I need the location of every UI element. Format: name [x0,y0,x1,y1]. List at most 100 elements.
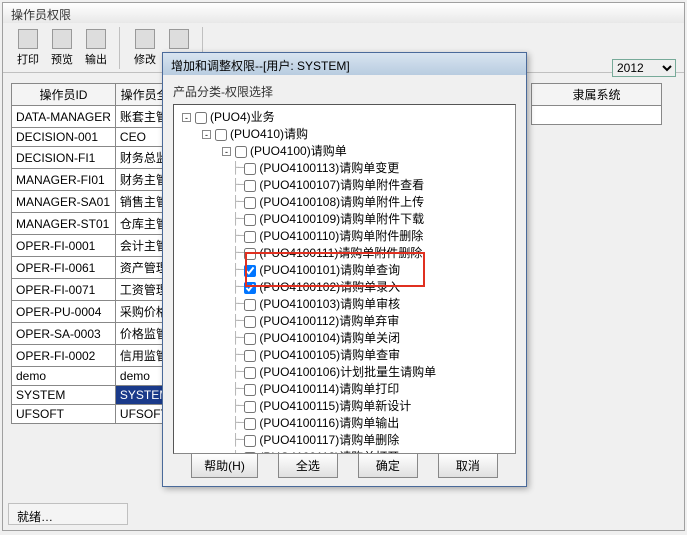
permission-checkbox[interactable] [244,435,256,447]
permission-checkbox[interactable] [244,180,256,192]
tree-leaf[interactable]: ├─(PUO4100105)请购单查审 [176,347,513,364]
permission-checkbox[interactable] [244,163,256,175]
col-operator-id[interactable]: 操作员ID [12,84,116,106]
tree-leaf[interactable]: ├─ (PUO4100117)请购单删除 [176,432,513,449]
year-selector: 2012 [612,59,676,77]
operator-id-cell[interactable]: DATA-MANAGER [12,106,116,128]
col-system[interactable]: 隶属系统 [532,84,662,106]
export-button[interactable]: 输出 [79,27,113,69]
permission-checkbox[interactable] [244,231,256,243]
tree-leaf[interactable]: ├─(PUO4100115)请购单新设计 [176,398,513,415]
permission-checkbox[interactable] [244,418,256,430]
permission-checkbox[interactable] [244,197,256,209]
tree-connector: ├─ [232,279,244,296]
operator-id-cell[interactable]: demo [12,367,116,386]
window-title: 操作员权限 [3,3,684,23]
tree-label: (PUO4100101)请购单查询 [259,262,400,279]
tree-label: (PUO4100116)请购单输出 [259,415,399,432]
tree-connector: ├─ [232,313,244,330]
tree-leaf[interactable]: ├─(PUO4100114)请购单打印 [176,381,513,398]
permission-checkbox[interactable] [244,333,256,345]
tree-node-request-order[interactable]: -(PUO4100)请购单 [176,143,513,160]
preview-button[interactable]: 预览 [45,27,79,69]
operator-id-cell[interactable]: OPER-FI-0061 [12,257,116,279]
tree-label: (PUO4100102)请购单录入 [259,279,400,296]
tree-connector: ├─ [232,432,244,449]
tree-leaf[interactable]: ├─ (PUO4100113)请购单变更 [176,160,513,177]
tree-leaf[interactable]: ├─ (PUO4100110)请购单附件删除 [176,228,513,245]
permission-tree[interactable]: -(PUO4)业务-(PUO410)请购-(PUO4100)请购单├─(PUO4… [173,104,516,454]
tree-label: (PUO4100117)请购单删除 [259,432,399,449]
tree-leaf[interactable]: ├─(PUO4100111)请购单附件删除 [176,245,513,262]
permission-checkbox[interactable] [244,299,256,311]
tree-leaf[interactable]: ├─ (PUO4100102)请购单录入 [176,279,513,296]
tree-connector: ├─ [232,398,244,415]
tree-leaf[interactable]: ├─(PUO4100108)请购单附件上传 [176,194,513,211]
operator-id-cell[interactable]: DECISION-001 [12,128,116,147]
help-button[interactable]: 帮助(H) [191,453,258,478]
tree-toggle-icon[interactable]: - [202,130,211,139]
tree-node-request[interactable]: -(PUO410)请购 [176,126,513,143]
operator-id-cell[interactable]: OPER-FI-0001 [12,235,116,257]
tree-leaf[interactable]: ├─(PUO4100109)请购单附件下载 [176,211,513,228]
edit-icon [135,29,155,49]
print-icon [18,29,38,49]
tree-leaf[interactable]: ├─(PUO4100107)请购单附件查看 [176,177,513,194]
preview-icon [52,29,72,49]
tree-connector: ├─ [232,177,244,194]
tree-connector: ├─ [232,262,244,279]
tree-connector: ├─ [232,228,244,245]
permission-checkbox[interactable] [244,248,256,260]
operator-id-cell[interactable]: OPER-PU-0004 [12,301,116,323]
operator-id-cell[interactable]: OPER-FI-0071 [12,279,116,301]
permission-checkbox[interactable] [244,401,256,413]
permission-checkbox[interactable] [244,214,256,226]
operator-id-cell[interactable]: MANAGER-ST01 [12,213,116,235]
tree-label: (PUO4100112)请购单弃审 [259,313,399,330]
edit-button[interactable]: 修改 [128,27,162,69]
tree-leaf[interactable]: ├─(PUO4100103)请购单审核 [176,296,513,313]
permission-checkbox[interactable] [195,112,207,124]
ok-button[interactable]: 确定 [358,453,418,478]
permission-checkbox[interactable] [244,384,256,396]
permission-checkbox[interactable] [235,146,247,158]
tree-label: (PUO4100110)请购单附件删除 [259,228,423,245]
tree-leaf[interactable]: ├─(PUO4100104)请购单关闭 [176,330,513,347]
tree-node-business[interactable]: - (PUO4)业务 [176,109,513,126]
permission-checkbox[interactable] [244,265,256,277]
dialog-title: 增加和调整权限--[用户: SYSTEM] [163,53,526,75]
cancel-button[interactable]: 取消 [438,453,498,478]
tree-toggle-icon[interactable]: - [182,113,191,122]
tree-connector: ├─ [232,415,244,432]
tree-toggle-icon[interactable]: - [222,147,231,156]
permission-checkbox[interactable] [244,282,256,294]
select-all-button[interactable]: 全选 [278,453,338,478]
operator-id-cell[interactable]: UFSOFT [12,405,116,424]
system-cell[interactable] [532,106,662,125]
operator-id-cell[interactable]: MANAGER-FI01 [12,169,116,191]
dialog-label: 产品分类-权限选择 [163,75,526,104]
operator-id-cell[interactable]: OPER-FI-0002 [12,345,116,367]
operator-id-cell[interactable]: DECISION-FI1 [12,147,116,169]
tree-leaf[interactable]: ├─ (PUO4100101)请购单查询 [176,262,513,279]
tree-label: (PUO4100104)请购单关闭 [259,330,400,347]
tree-connector: ├─ [232,296,244,313]
permission-checkbox[interactable] [244,367,256,379]
print-button[interactable]: 打印 [11,27,45,69]
tree-leaf[interactable]: ├─ (PUO4100116)请购单输出 [176,415,513,432]
tree-leaf[interactable]: ├─ (PUO4100112)请购单弃审 [176,313,513,330]
permission-checkbox[interactable] [244,350,256,362]
tree-connector: ├─ [232,245,244,262]
operator-id-cell[interactable]: OPER-SA-0003 [12,323,116,345]
permission-checkbox[interactable] [244,316,256,328]
year-dropdown[interactable]: 2012 [612,59,676,77]
tree-label: (PUO4100113)请购单变更 [259,160,399,177]
operator-id-cell[interactable]: MANAGER-SA01 [12,191,116,213]
tree-leaf[interactable]: ├─(PUO4100106)计划批量生请购单 [176,364,513,381]
permission-checkbox[interactable] [215,129,227,141]
tree-connector: ├─ [232,160,244,177]
operator-id-cell[interactable]: SYSTEM [12,386,116,405]
tree-label: (PUO4)业务 [210,109,275,126]
tree-label: (PUO4100114)请购单打印 [259,381,399,398]
tree-connector: ├─ [232,364,244,381]
